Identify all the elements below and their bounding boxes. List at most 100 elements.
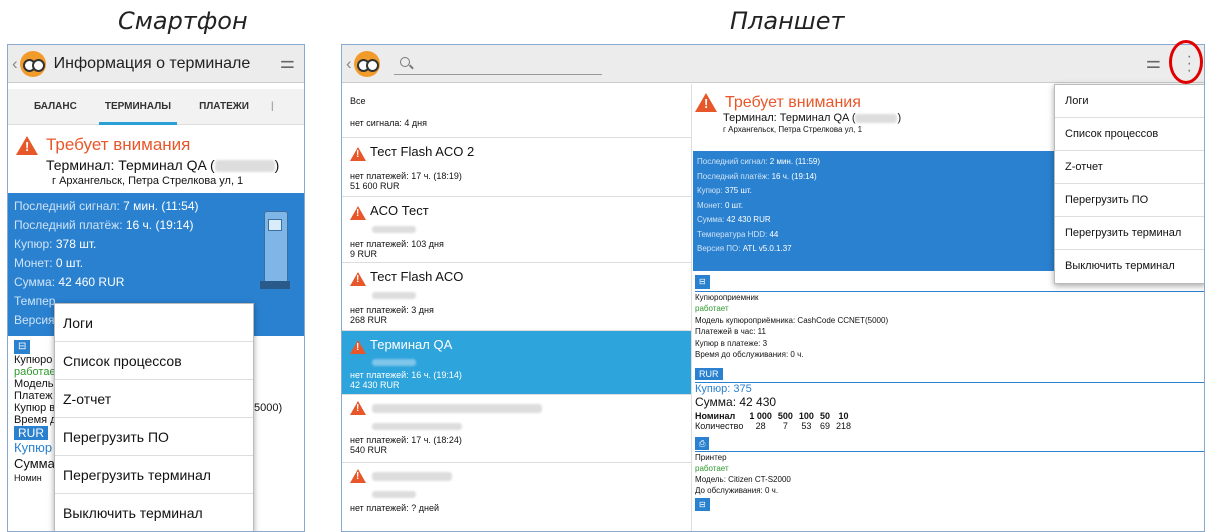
tablet-alert-title: Требует внимания [725, 93, 861, 111]
list-item-no-signal[interactable]: нет сигнала: 4 дня [342, 114, 691, 138]
list-item-status: нет платежей: ? дней [350, 503, 439, 513]
table-cell: Номинал [695, 410, 736, 421]
terminal-list: Все нет сигнала: 4 дня Тест Flash ACO 2 … [342, 84, 692, 531]
phone-terminal-name: Терминал: Терминал QA () [46, 157, 304, 173]
warning-icon [350, 205, 366, 220]
table-cell: 218 [835, 420, 851, 431]
bills-value: 375 шт. [724, 186, 752, 195]
last-signal-label: Последний сигнал: [14, 199, 120, 213]
blurred-id [372, 423, 462, 431]
phone-alert-title: Требует внимания [46, 135, 191, 154]
sum-label: Сумма: [14, 275, 56, 289]
terminal-name-prefix: Терминал: Терминал QA ( [46, 157, 215, 173]
list-item-selected[interactable]: Терминал QA нет платежей: 16 ч. (19:14) … [342, 331, 691, 395]
filter-settings-icon[interactable]: ⚌ [280, 53, 295, 73]
warning-icon [16, 135, 38, 155]
search-field[interactable] [393, 53, 602, 75]
search-icon-handle [408, 63, 414, 69]
last-signal-label: Последний сигнал: [697, 157, 768, 166]
table-cell: 69 [819, 420, 830, 431]
printer-title: Принтер [695, 452, 727, 462]
phone-screen: ‹ Информация о терминале ⚌ БАЛАНС ТЕРМИН… [7, 44, 305, 532]
warning-icon [350, 339, 366, 354]
filter-settings-icon[interactable]: ⚌ [1146, 53, 1161, 73]
below-rur: RUR [14, 426, 48, 440]
list-item[interactable]: нет платежей: ? дней [342, 463, 691, 515]
warning-icon [350, 146, 366, 161]
coins-value: 0 шт. [55, 256, 84, 270]
phone-title: Информация о терминале [53, 54, 251, 72]
table-row: Количество 28 7 53 69 218 [695, 421, 857, 431]
version-label: Версия ПО: [697, 244, 741, 253]
menu-item-shutdown-terminal[interactable]: Выключить терминал [55, 494, 253, 531]
printer-section: ⎙ Принтер работает Модель: Citizen CT-S2… [693, 431, 1204, 511]
list-item-amount: 51 600 RUR [350, 180, 400, 191]
app-logo-icon[interactable] [19, 50, 46, 77]
list-item-amount: 42 430 RUR [350, 379, 400, 390]
sum-value: 42 430 RUR [726, 215, 771, 224]
phone-caption: Смартфон [118, 7, 248, 35]
list-item[interactable]: нет платежей: 17 ч. (18:24) 540 RUR [342, 395, 691, 463]
printer-model: Модель: Citizen CT-S2000 [695, 474, 791, 484]
blurred-name [372, 403, 542, 413]
bills-label: Купюр: [14, 237, 53, 251]
bills-label: Купюр: [697, 186, 723, 195]
coins-value: 0 шт. [724, 200, 744, 210]
list-item-amount: 9 RUR [350, 248, 378, 259]
menu-item-shutdown-terminal[interactable]: Выключить терминал [1055, 250, 1204, 283]
menu-item-process-list[interactable]: Список процессов [1055, 118, 1204, 151]
tab-more-indicator: | [271, 100, 274, 112]
list-item-status: нет платежей: 16 ч. (19:14) [350, 369, 462, 380]
menu-item-z-report[interactable]: Z-отчет [1055, 151, 1204, 184]
menu-item-restart-software[interactable]: Перегрузить ПО [55, 418, 253, 456]
list-item[interactable]: ACO Тест нет платежей: 103 дня 9 RUR [342, 197, 691, 263]
menu-item-restart-software[interactable]: Перегрузить ПО [1055, 184, 1204, 217]
menu-item-z-report[interactable]: Z-отчет [55, 380, 253, 418]
version-value: ATL v5.0.1.37 [742, 244, 792, 253]
sum-label: Сумма: [697, 215, 725, 224]
phone-alert-header: Требует внимания Терминал: Терминал QA (… [8, 125, 304, 187]
list-item[interactable]: Тест Flash ACO 2 нет платежей: 17 ч. (18… [342, 138, 691, 197]
acceptor-per-payment: Купюр в платеже: 3 [695, 338, 768, 348]
tab-balance[interactable]: БАЛАНС [8, 89, 91, 125]
table-cell: 10 [838, 410, 849, 421]
last-payment-value: 16 ч. (19:14) [125, 218, 194, 232]
back-chevron-icon[interactable]: ‹ [12, 54, 18, 74]
bills-value: 378 шт. [55, 237, 97, 251]
warning-icon [350, 469, 366, 483]
table-cell: 50 [819, 410, 830, 421]
tab-payments[interactable]: ПЛАТЕЖИ [185, 89, 263, 125]
phone-address: г Архангельск, Петра Стрелкова ул, 1 [52, 175, 244, 187]
acceptor-section: ⊟ Купюроприемник работает Модель купюроп… [693, 271, 1204, 361]
blurred-id [214, 160, 275, 173]
terminal-name-suffix: ) [274, 157, 280, 173]
app-logo-icon[interactable] [353, 50, 380, 77]
cash-section: RUR Купюр: 375 Сумма: 42 430 Номинал 1 0… [693, 361, 1204, 431]
list-item-status: нет платежей: 103 дня [350, 238, 444, 249]
menu-item-restart-terminal[interactable]: Перегрузить терминал [1055, 217, 1204, 250]
tab-terminals[interactable]: ТЕРМИНАЛЫ [91, 89, 185, 125]
menu-item-process-list[interactable]: Список процессов [55, 342, 253, 380]
menu-item-restart-terminal[interactable]: Перегрузить терминал [55, 456, 253, 494]
warning-icon [695, 93, 717, 112]
terminal-name-suffix: ) [897, 112, 902, 124]
denomination-table: Номинал 1 000 500 100 50 10 Количество 2… [695, 411, 857, 431]
table-cell: 53 [801, 420, 812, 431]
blurred-id [372, 358, 416, 366]
last-payment-label: Последний платёж: [14, 218, 123, 232]
list-item[interactable]: Тест Flash ACO нет платежей: 3 дня 268 R… [342, 263, 691, 331]
back-chevron-icon[interactable]: ‹ [346, 54, 352, 74]
temp-value: 44 [769, 229, 779, 239]
menu-item-logs[interactable]: Логи [1055, 85, 1204, 118]
table-cell: 1 000 [749, 410, 772, 421]
acceptor-icon: ⊟ [14, 340, 31, 354]
blurred-id [372, 225, 416, 233]
sum-value: 42 460 RUR [58, 275, 125, 289]
printer-status: работает [695, 463, 729, 473]
table-cell: 7 [782, 420, 788, 431]
menu-item-logs[interactable]: Логи [55, 304, 253, 342]
kiosk-illustration-icon [260, 211, 290, 291]
acceptor-service: Время до обслуживания: 0 ч. [695, 350, 804, 359]
list-item-status: нет платежей: 3 дня [350, 304, 434, 315]
tablet-caption: Планшет [730, 7, 845, 35]
